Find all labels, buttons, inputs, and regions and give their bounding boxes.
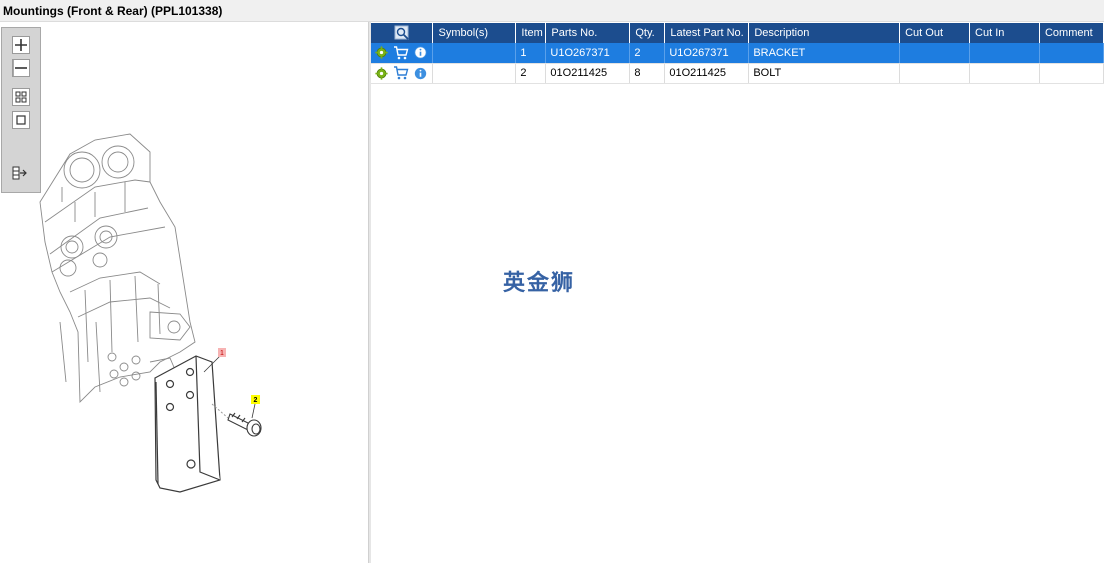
watermark-text: 英金狮	[503, 271, 576, 296]
cart-icon[interactable]	[393, 66, 409, 80]
table-row[interactable]: 2 01O211425 8 01O211425 BOLT	[371, 63, 1104, 84]
cell-symbols	[432, 43, 517, 64]
column-header-latest-part-no[interactable]: Latest Part No.	[664, 23, 750, 43]
callout-item-2[interactable]: 2	[251, 395, 260, 404]
column-header-parts-no[interactable]: Parts No.	[545, 23, 631, 43]
drawing-pane[interactable]: 1 2	[0, 22, 368, 563]
cell-item: 1	[515, 43, 547, 64]
column-header-description[interactable]: Description	[748, 23, 901, 43]
grid-view-icon	[15, 91, 27, 103]
callout-label-2: 2	[254, 397, 258, 404]
cart-icon[interactable]	[393, 46, 409, 60]
search-filter-icon	[394, 25, 409, 40]
table-row[interactable]: 1 U1O267371 2 U1O267371 BRACKET	[371, 43, 1104, 64]
column-header-cut-out[interactable]: Cut Out	[899, 23, 971, 43]
window-title: Mountings (Front & Rear) (PPL101338)	[0, 0, 1104, 22]
callout-item-1[interactable]: 1	[218, 348, 226, 357]
table-header-row: Symbol(s) Item Parts No. Qty. Latest Par…	[371, 23, 1104, 43]
cell-latest-part-no: 01O211425	[664, 63, 750, 84]
cell-comment	[1039, 43, 1104, 64]
zoom-out-icon	[13, 60, 27, 76]
row-actions	[371, 63, 434, 84]
zoom-out-button[interactable]	[12, 59, 30, 77]
cell-qty: 8	[629, 63, 666, 84]
row-actions	[371, 43, 434, 64]
cell-parts-no: 01O211425	[545, 63, 631, 84]
zoom-in-icon	[15, 39, 27, 51]
fit-page-icon	[16, 115, 26, 125]
cell-symbols	[432, 63, 517, 84]
cell-description: BOLT	[748, 63, 901, 84]
cell-item: 2	[515, 63, 547, 84]
cell-parts-no: U1O267371	[545, 43, 631, 64]
grid-view-button[interactable]	[12, 88, 30, 106]
cell-description: BRACKET	[748, 43, 901, 64]
column-header-cut-in[interactable]: Cut In	[969, 23, 1040, 43]
cell-cut-out	[899, 63, 971, 84]
column-header-qty[interactable]: Qty.	[629, 23, 666, 43]
cell-qty: 2	[629, 43, 666, 64]
column-header-comment[interactable]: Comment	[1039, 23, 1104, 43]
fit-page-button[interactable]	[12, 111, 30, 129]
cell-comment	[1039, 63, 1104, 84]
gear-icon[interactable]	[375, 66, 388, 80]
exploded-view-drawing: 1 2	[39, 133, 262, 493]
export-list-button[interactable]	[12, 165, 30, 183]
column-header-symbols[interactable]: Symbol(s)	[432, 23, 517, 43]
cell-latest-part-no: U1O267371	[664, 43, 750, 64]
cell-cut-in	[969, 63, 1040, 84]
parts-table: Symbol(s) Item Parts No. Qty. Latest Par…	[371, 23, 1104, 84]
gear-icon[interactable]	[375, 46, 388, 59]
column-header-item[interactable]: Item	[515, 23, 547, 43]
parts-list-pane: Symbol(s) Item Parts No. Qty. Latest Par…	[371, 22, 1104, 563]
callout-label-1: 1	[220, 350, 224, 357]
zoom-in-button[interactable]	[12, 36, 30, 54]
cell-cut-in	[969, 43, 1040, 64]
column-filter-header[interactable]	[371, 23, 434, 43]
cell-cut-out	[899, 43, 971, 64]
info-icon[interactable]	[414, 46, 427, 59]
drawing-toolbar	[1, 27, 41, 193]
export-list-icon	[12, 166, 27, 180]
info-icon[interactable]	[414, 67, 427, 80]
